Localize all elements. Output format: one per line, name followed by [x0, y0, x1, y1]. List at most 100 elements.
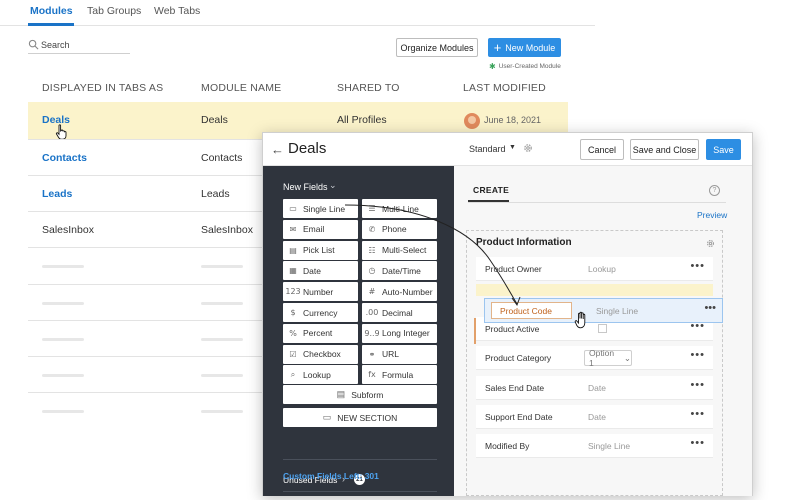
- subform-label: Subform: [351, 389, 384, 400]
- field-type-label: Multi-Line: [382, 203, 419, 214]
- field-type: Date: [588, 412, 606, 422]
- layout-field-row[interactable]: Product Owner Lookup •••: [476, 257, 713, 281]
- dragged-field[interactable]: Product Code Single Line •••: [484, 298, 723, 323]
- layout-field-row[interactable]: Sales End Date Date •••: [476, 376, 713, 400]
- field-palette: New Fields ⌄ ▭ Single Line ☰ Multi-Line ✉ Ema…: [263, 166, 454, 496]
- more-options-icon[interactable]: •••: [690, 379, 705, 391]
- layout-field-row[interactable]: Support End Date Date •••: [476, 405, 713, 429]
- auto-number-icon: #: [368, 287, 376, 297]
- layout-editor-modal: ← Deals Standard ▼ Cancel Save and Close…: [262, 132, 753, 496]
- number-icon: 123: [285, 287, 301, 297]
- field-type-checkbox[interactable]: ☑ Checkbox: [283, 344, 358, 364]
- field-type-url[interactable]: ⚭ URL: [362, 344, 437, 364]
- layout-canvas: CREATE ? Preview Product Information Pro…: [454, 166, 752, 496]
- layout-field-row[interactable]: Product Category Option 1 ⌄ •••: [476, 346, 713, 370]
- currency-icon: $: [290, 308, 296, 317]
- field-type-label: Currency: [303, 307, 338, 318]
- field-type-multiselect[interactable]: ☷ Multi-Select: [362, 240, 437, 260]
- field-type-label: Phone: [382, 224, 407, 235]
- tab-tab-groups[interactable]: Tab Groups: [87, 5, 141, 17]
- shared-to-deals: All Profiles: [337, 114, 387, 126]
- search-input[interactable]: [41, 37, 129, 52]
- caret-down-icon[interactable]: ▼: [509, 144, 516, 151]
- field-type-percent[interactable]: % Percent: [283, 323, 358, 343]
- section-title: Product Information: [476, 237, 572, 248]
- field-type-label: Multi-Select: [382, 245, 427, 256]
- field-label: Product Owner: [485, 264, 542, 274]
- more-options-icon[interactable]: •••: [690, 408, 705, 420]
- checkbox-icon: ☑: [289, 349, 297, 359]
- field-type-label: Long Integer: [382, 328, 430, 339]
- column-header-module-name: MODULE NAME: [201, 82, 282, 94]
- percent-icon: %: [289, 328, 297, 338]
- save-and-close-button[interactable]: Save and Close: [630, 139, 699, 160]
- more-options-icon[interactable]: •••: [690, 349, 705, 361]
- user-created-legend: ✱ User-Created Module: [489, 62, 561, 71]
- column-header-last-modified: LAST MODIFIED: [463, 82, 546, 94]
- field-type-calendar[interactable]: ▦ Date: [283, 261, 358, 281]
- preview-link[interactable]: Preview: [697, 210, 727, 220]
- decimal-icon: .00: [365, 308, 379, 317]
- tab-modules[interactable]: Modules: [30, 5, 73, 17]
- placeholder-bar: [42, 302, 84, 305]
- module-link-contacts[interactable]: Contacts: [42, 152, 87, 164]
- cancel-button[interactable]: Cancel: [580, 139, 624, 160]
- field-label: Sales End Date: [485, 383, 545, 393]
- field-type-label: Email: [303, 224, 325, 235]
- placeholder-bar: [201, 374, 243, 377]
- field-type-lookup[interactable]: ⌕ Lookup: [283, 365, 358, 385]
- user-created-star-icon: ✱: [489, 62, 496, 71]
- dragged-field-type: Single Line: [596, 306, 639, 316]
- field-checkbox: [598, 324, 607, 333]
- field-type: Single Line: [588, 441, 631, 451]
- module-name-contacts: Contacts: [201, 152, 243, 164]
- field-type-decimal[interactable]: .00 Decimal: [362, 303, 437, 322]
- layout-field-row[interactable]: Modified By Single Line •••: [476, 434, 713, 458]
- module-tabs: Modules Tab Groups Web Tabs: [0, 0, 595, 26]
- new-fields-heading[interactable]: New Fields: [283, 182, 328, 192]
- field-type-picklist[interactable]: ▤ Pick List: [283, 240, 358, 260]
- subform-field[interactable]: ▤ Subform: [283, 385, 437, 404]
- picklist-value: Option 1: [589, 348, 615, 368]
- section-icon: ▭: [322, 412, 332, 422]
- lookup-icon: ⌕: [290, 369, 296, 379]
- chevron-down-icon[interactable]: ⌄: [329, 180, 337, 191]
- tab-web-tabs[interactable]: Web Tabs: [154, 5, 200, 17]
- picklist-select[interactable]: Option 1 ⌄: [584, 348, 632, 368]
- placeholder-bar: [201, 265, 243, 268]
- field-type-datetime[interactable]: ◷ Date/Time: [362, 261, 437, 281]
- save-button[interactable]: Save: [706, 139, 741, 160]
- section-gear-icon[interactable]: [705, 238, 716, 249]
- field-type-single-line[interactable]: ▭ Single Line: [283, 199, 358, 218]
- layout-select[interactable]: Standard: [469, 144, 506, 154]
- last-modified-deals: June 18, 2021: [484, 115, 542, 125]
- multiselect-icon: ☷: [368, 245, 376, 255]
- help-icon[interactable]: ?: [709, 185, 720, 196]
- module-link-leads[interactable]: Leads: [42, 188, 72, 200]
- field-label: Support End Date: [485, 412, 553, 422]
- more-options-icon[interactable]: •••: [690, 437, 705, 449]
- new-section-field[interactable]: ▭ NEW SECTION: [283, 408, 437, 427]
- field-type: Date: [588, 383, 606, 393]
- new-module-button[interactable]: + New Module: [488, 38, 561, 57]
- module-name-salesinbox-display[interactable]: SalesInbox: [42, 224, 94, 236]
- organize-modules-button[interactable]: Organize Modules: [396, 38, 478, 57]
- field-type-auto-number[interactable]: # Auto-Number: [362, 282, 437, 302]
- field-type-long-integer[interactable]: 9..9 Long Integer: [362, 323, 437, 343]
- field-type-currency[interactable]: $ Currency: [283, 303, 358, 322]
- more-options-icon[interactable]: •••: [690, 260, 705, 272]
- panel-divider: [283, 459, 437, 460]
- avatar: [464, 113, 480, 129]
- field-type-phone[interactable]: ✆ Phone: [362, 219, 437, 239]
- field-type-email[interactable]: ✉ Email: [283, 219, 358, 239]
- field-type-label: Single Line: [303, 203, 346, 214]
- field-type-multi-line[interactable]: ☰ Multi-Line: [362, 199, 437, 218]
- field-type-formula[interactable]: fx Formula: [362, 365, 437, 385]
- field-type-label: Formula: [382, 369, 414, 380]
- gear-icon[interactable]: [522, 142, 534, 154]
- tab-create[interactable]: CREATE: [473, 185, 509, 195]
- picklist-icon: ▤: [289, 245, 297, 255]
- field-type-number[interactable]: 123 Number: [283, 282, 358, 302]
- field-type-label: Percent: [303, 328, 333, 339]
- back-arrow-icon[interactable]: ←: [271, 142, 284, 157]
